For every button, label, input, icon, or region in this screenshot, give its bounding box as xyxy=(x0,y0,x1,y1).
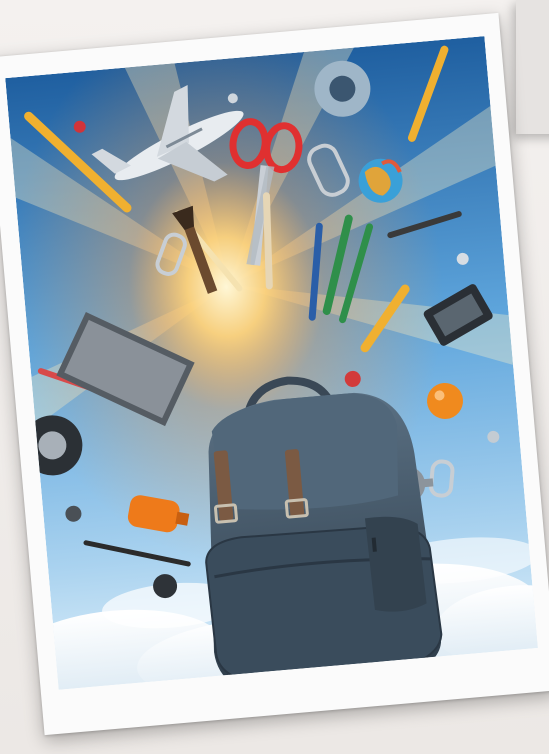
photo-image xyxy=(5,36,538,690)
background-card xyxy=(516,0,549,134)
photo-illustration xyxy=(5,36,538,690)
photo-print-frame xyxy=(0,12,549,736)
canvas xyxy=(0,0,549,754)
